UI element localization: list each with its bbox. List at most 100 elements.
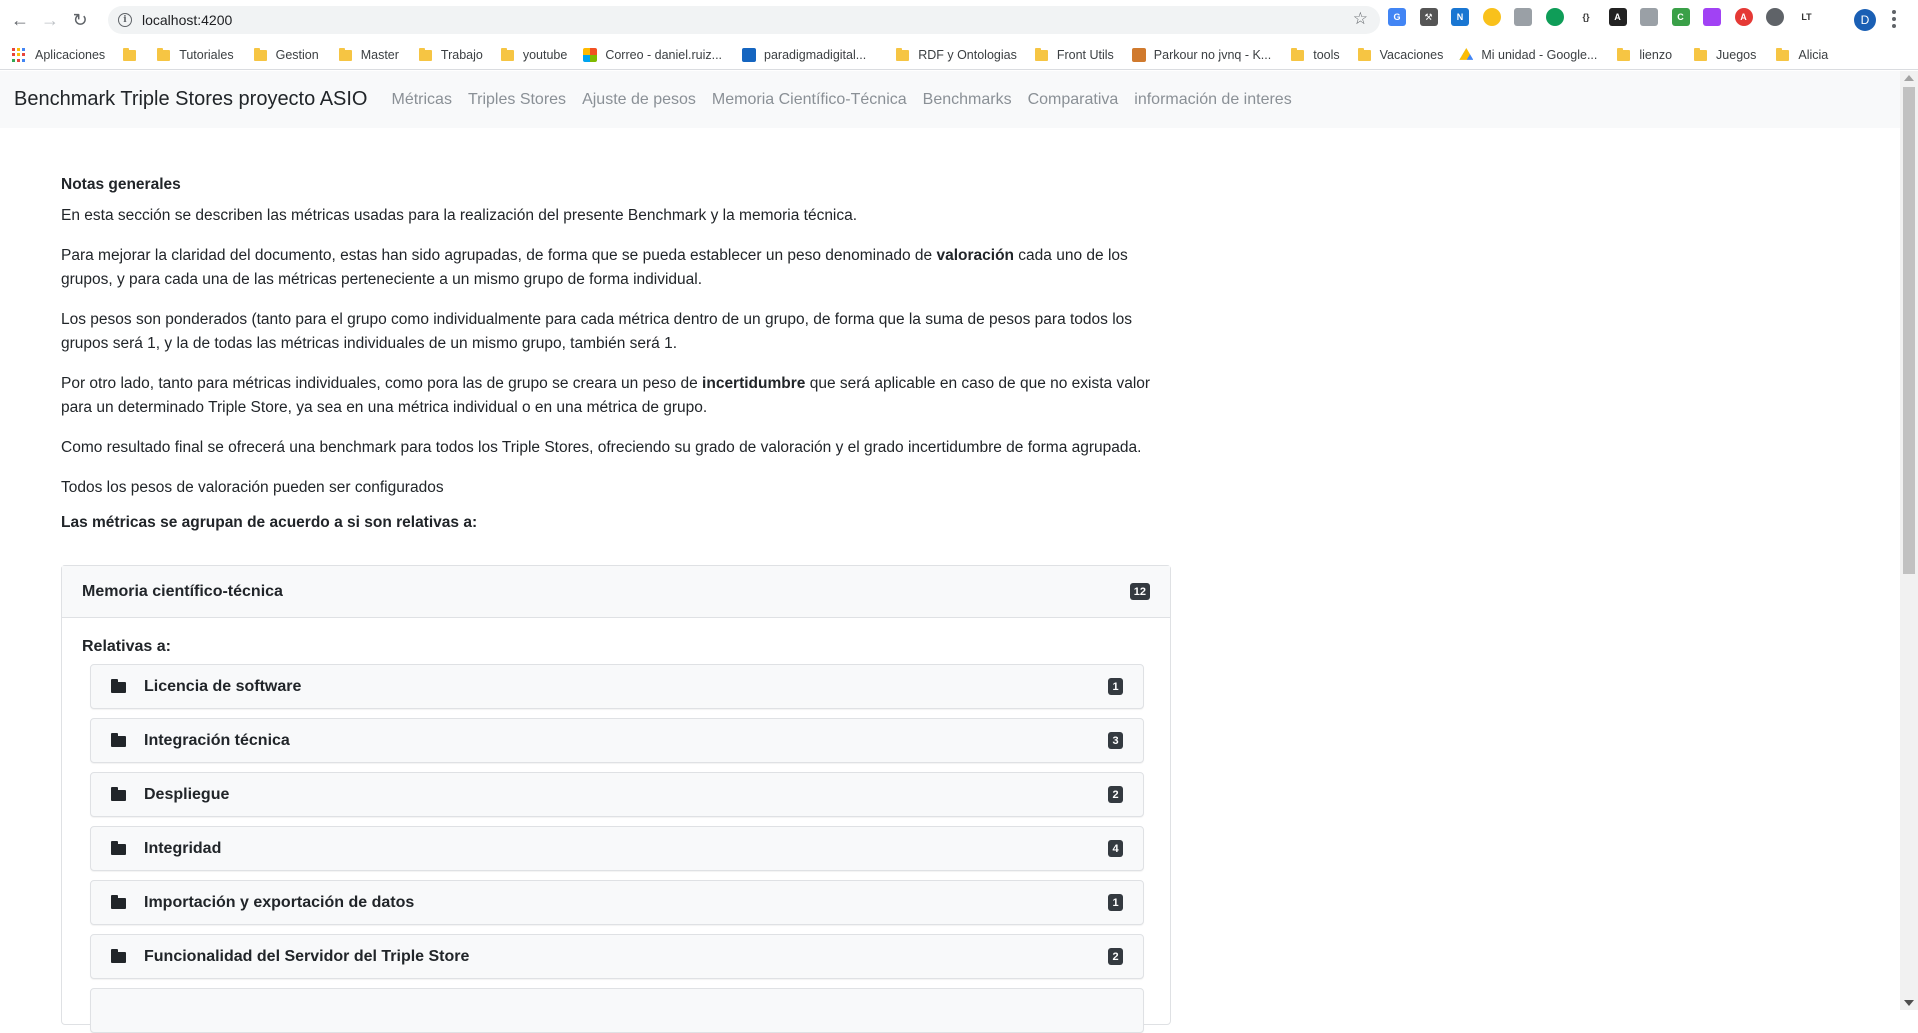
browser-menu-icon[interactable] [1892,10,1896,28]
bookmark-juegos[interactable]: Juegos [1694,43,1756,67]
folder-icon [1291,47,1305,61]
folder-icon [111,949,126,963]
zoom-extension-icon[interactable] [1514,8,1532,26]
group-item-licencia[interactable]: Licencia de software 1 [90,664,1144,709]
nav-link-metricas[interactable]: Métricas [392,91,452,109]
info-icon[interactable]: i [118,13,132,27]
apps-grid-icon [12,48,26,62]
folder-icon [418,47,432,61]
memoria-card-header[interactable]: Memoria científico-técnica 12 [62,566,1170,618]
group-item-funcionalidad[interactable]: Funcionalidad del Servidor del Triple St… [90,934,1144,979]
adblock-extension-icon[interactable]: A [1734,8,1753,26]
paradigma-icon [742,48,757,62]
nav-link-triples-stores[interactable]: Triples Stores [468,91,566,109]
browser-chrome: ← → ↻ i localhost:4200 ☆ G ⚒ N {} A C A … [0,0,1918,70]
main-content: Notas generales En esta sección se descr… [61,170,1171,532]
profile-avatar[interactable]: D [1854,9,1876,31]
back-arrow-icon[interactable]: ← [8,8,32,32]
folder-icon [111,841,126,855]
folder-icon [1357,47,1371,61]
navbar-links: Métricas Triples Stores Ajuste de pesos … [392,91,1308,109]
folder-icon [111,787,126,801]
nav-link-memoria[interactable]: Memoria Científico-Técnica [712,91,907,109]
group-item-importacion[interactable]: Importación y exportación de datos 1 [90,880,1144,925]
camera-extension-icon[interactable] [1640,8,1658,26]
pen-extension-icon[interactable] [1703,8,1721,26]
notes-paragraph-6: Todos los pesos de valoración pueden ser… [61,479,444,496]
folder-icon [896,47,910,61]
memoria-card: Memoria científico-técnica 12 Relativas … [61,565,1171,1033]
bookmark-paradigmadigital[interactable]: paradigmadigital... [742,43,866,67]
folder-icon [111,895,126,909]
scroll-down-arrow-icon[interactable] [1904,1000,1914,1006]
json-extension-icon[interactable]: {} [1577,8,1595,26]
nav-link-benchmarks[interactable]: Benchmarks [923,91,1012,109]
nav-link-comparativa[interactable]: Comparativa [1028,91,1119,109]
bookmark-rdf-ontologias[interactable]: RDF y Ontologias [896,43,1017,67]
reload-icon[interactable]: ↻ [68,8,92,32]
google-drive-icon [1459,48,1474,60]
group-item-label: Despliegue [144,785,230,803]
group-item-integracion[interactable]: Integración técnica 3 [90,718,1144,763]
forward-arrow-icon[interactable]: → [38,8,62,32]
bookmark-trabajo[interactable]: Trabajo [418,43,483,67]
scroll-thumb[interactable] [1903,87,1915,574]
bookmark-parkour[interactable]: Parkour no jvnq - K... [1131,43,1271,67]
bookmark-alicia[interactable]: Alicia [1776,43,1828,67]
group-count-badge: 2 [1108,786,1123,803]
bookmark-youtube[interactable]: youtube [500,43,567,67]
group-item-label: Integridad [144,839,222,857]
bookmarks-bar: Aplicaciones Tutoriales Gestion Master T… [0,40,1918,70]
notes-paragraph-5: Como resultado final se ofrecerá una ben… [61,439,1142,456]
folder-icon [1694,47,1708,61]
folder-icon [500,47,514,61]
group-count-badge: 3 [1108,732,1123,749]
bookmark-folder[interactable] [123,43,145,67]
bookmark-tutoriales[interactable]: Tutoriales [157,43,234,67]
navbar-brand[interactable]: Benchmark Triple Stores proyecto ASIO [14,88,368,111]
nav-link-ajuste-de-pesos[interactable]: Ajuste de pesos [582,91,696,109]
parkour-icon [1131,48,1146,62]
microsoft-icon [583,48,598,62]
notes-paragraph-2: Para mejorar la claridad del documento, … [61,247,1128,288]
group-item-integridad[interactable]: Integridad 4 [90,826,1144,871]
bookmark-mi-unidad[interactable]: Mi unidad - Google... [1459,43,1597,67]
green-dot-extension-icon[interactable] [1545,8,1564,26]
folder-icon [123,47,137,61]
lt-extension-icon[interactable]: LT [1797,8,1816,26]
nav-link-informacion[interactable]: información de interes [1134,91,1291,109]
folder-icon [1617,47,1631,61]
group-count-badge: 4 [1108,840,1123,857]
group-item-despliegue[interactable]: Despliegue 2 [90,772,1144,817]
news-extension-icon[interactable]: N [1451,8,1469,26]
folder-icon [338,47,352,61]
bookmark-star-icon[interactable]: ☆ [1353,9,1368,29]
bookmark-gestion[interactable]: Gestion [253,43,319,67]
group-item-partial[interactable] [90,988,1144,1033]
cors-extension-icon[interactable]: C [1671,8,1690,26]
scroll-up-arrow-icon[interactable] [1904,75,1914,81]
page-scrollbar[interactable] [1900,71,1918,1010]
tools-extension-icon[interactable]: ⚒ [1419,8,1438,26]
notes-paragraph-1: En esta sección se describen las métrica… [61,207,858,224]
angular-extension-icon[interactable]: A [1608,8,1627,26]
relativas-label: Relativas a: [82,638,171,655]
url-text[interactable]: localhost:4200 [142,12,232,28]
bookmark-front-utils[interactable]: Front Utils [1034,43,1114,67]
address-bar[interactable]: i localhost:4200 ☆ [108,6,1380,34]
moon-extension-icon[interactable] [1482,8,1501,26]
group-count-badge: 1 [1108,678,1123,695]
folder-icon [111,679,126,693]
bookmark-apps[interactable]: Aplicaciones [12,43,105,67]
translate-extension-icon[interactable]: G [1388,8,1406,26]
globe-extension-icon[interactable] [1766,8,1784,26]
bookmark-vacaciones[interactable]: Vacaciones [1357,43,1443,67]
bookmark-correo[interactable]: Correo - daniel.ruiz... [583,43,722,67]
folder-icon [1776,47,1790,61]
bookmark-master[interactable]: Master [338,43,399,67]
bookmark-lienzo[interactable]: lienzo [1617,43,1672,67]
notes-paragraph-4: Por otro lado, tanto para métricas indiv… [61,375,1151,416]
memoria-count-badge: 12 [1129,583,1150,600]
bookmark-tools[interactable]: tools [1291,43,1340,67]
app-navbar: Benchmark Triple Stores proyecto ASIO Mé… [0,71,1900,128]
